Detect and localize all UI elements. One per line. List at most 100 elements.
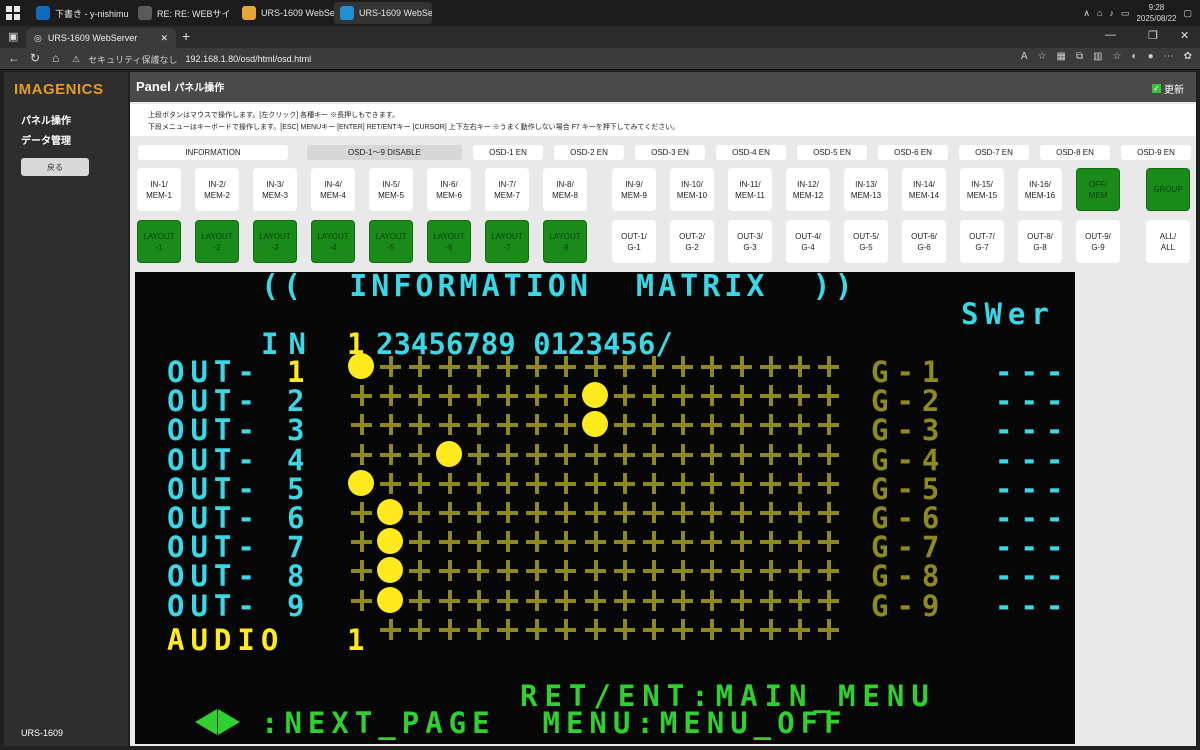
output-button-15[interactable]: OUT-7/ G-7 bbox=[960, 220, 1004, 263]
input-button-12[interactable]: IN-12/ MEM-12 bbox=[786, 168, 830, 211]
output-button-2[interactable]: LAYOUT -2 bbox=[195, 220, 239, 263]
input-button-10[interactable]: IN-10/ MEM-10 bbox=[670, 168, 714, 211]
output-button-6[interactable]: LAYOUT -6 bbox=[427, 220, 471, 263]
osd-button-8[interactable]: OSD-6 EN bbox=[878, 145, 948, 160]
output-button-9[interactable]: OUT-1/ G-1 bbox=[612, 220, 656, 263]
notification-icon[interactable]: ▢ bbox=[1183, 8, 1192, 19]
osd-group-1: G-1 bbox=[871, 355, 948, 389]
output-button-8[interactable]: LAYOUT -8 bbox=[543, 220, 587, 263]
osd-out-label-9: OUT- bbox=[167, 588, 261, 623]
back-icon[interactable]: ← bbox=[8, 51, 20, 65]
input-button-11[interactable]: IN-11/ MEM-11 bbox=[728, 168, 772, 211]
more-menu-icon[interactable]: ⋯ bbox=[1164, 51, 1174, 62]
address-bar[interactable]: ⚠ セキュリティ保護なし 192.168.1.80/osd/html/osd.h… bbox=[72, 51, 1072, 67]
osd-button-1[interactable]: INFORMATION bbox=[138, 145, 288, 160]
matrix-crosspoint bbox=[756, 352, 785, 381]
input-button-16[interactable]: IN-16/ MEM-16 bbox=[1018, 168, 1062, 211]
reload-icon[interactable]: ↻ bbox=[30, 51, 40, 65]
input-button-9[interactable]: IN-9/ MEM-9 bbox=[612, 168, 656, 211]
volume-icon[interactable]: ♪ bbox=[1109, 8, 1114, 18]
taskbar-app-2[interactable]: RE: RE: WEBサイト更... bbox=[132, 2, 230, 24]
split-screen-icon[interactable]: ▥ bbox=[1093, 51, 1102, 62]
matrix-crosspoint bbox=[697, 469, 726, 498]
taskbar-app-3[interactable]: URS-1609 WebServ... bbox=[236, 2, 334, 24]
matrix-crosspoint bbox=[639, 615, 668, 644]
tab-actions-icon[interactable]: ▣ bbox=[8, 30, 18, 43]
output-button-4[interactable]: LAYOUT -4 bbox=[311, 220, 355, 263]
url-text[interactable]: 192.168.1.80/osd/html/osd.html bbox=[186, 54, 312, 64]
output-button-7[interactable]: LAYOUT -7 bbox=[485, 220, 529, 263]
output-button-1[interactable]: LAYOUT -1 bbox=[137, 220, 181, 263]
output-button-13[interactable]: OUT-5/ G-5 bbox=[844, 220, 888, 263]
browser-tab[interactable]: ◎ URS-1609 WebServer ✕ bbox=[26, 28, 176, 48]
browser-essentials-icon[interactable]: ◐ bbox=[1132, 51, 1138, 62]
input-button-15[interactable]: IN-15/ MEM-15 bbox=[960, 168, 1004, 211]
favorites-icon[interactable]: ☆ bbox=[1113, 51, 1122, 62]
instruction-line-2: 下段メニューはキーボードで操作します。[ESC] MENUキー [ENTER] … bbox=[148, 124, 680, 131]
sidebar-item-data[interactable]: データ管理 bbox=[21, 132, 71, 147]
osd-button-5[interactable]: OSD-3 EN bbox=[635, 145, 705, 160]
output-button-10[interactable]: OUT-2/ G-2 bbox=[670, 220, 714, 263]
output-button-3[interactable]: LAYOUT -3 bbox=[253, 220, 297, 263]
read-aloud-icon[interactable]: A bbox=[1021, 51, 1028, 62]
not-secure-icon[interactable]: ⚠ bbox=[72, 54, 80, 65]
input-button-8[interactable]: IN-8/ MEM-8 bbox=[543, 168, 587, 211]
matrix-crosspoint bbox=[727, 410, 756, 439]
input-button-18[interactable]: GROUP bbox=[1146, 168, 1190, 211]
output-button-14[interactable]: OUT-6/ G-6 bbox=[902, 220, 946, 263]
osd-button-6[interactable]: OSD-4 EN bbox=[716, 145, 786, 160]
output-button-11[interactable]: OUT-3/ G-3 bbox=[728, 220, 772, 263]
input-button-17[interactable]: OFF/ MEM bbox=[1076, 168, 1120, 211]
windows-start-icon[interactable] bbox=[6, 6, 20, 20]
input-button-1[interactable]: IN-1/ MEM-1 bbox=[137, 168, 181, 211]
battery-icon[interactable]: ▭ bbox=[1121, 8, 1130, 19]
osd-group-7: G-7 bbox=[871, 530, 948, 565]
close-window-icon[interactable]: ✕ bbox=[1180, 29, 1189, 42]
taskbar-app-1[interactable]: 下書き - y-nishimur... bbox=[30, 2, 128, 24]
input-button-13[interactable]: IN-13/ MEM-13 bbox=[844, 168, 888, 211]
matrix-crosspoint bbox=[581, 498, 610, 527]
output-button-5[interactable]: LAYOUT -5 bbox=[369, 220, 413, 263]
network-icon[interactable]: ⌂ bbox=[1097, 8, 1102, 18]
matrix-crosspoint bbox=[551, 556, 580, 585]
osd-button-9[interactable]: OSD-7 EN bbox=[959, 145, 1029, 160]
home-icon[interactable]: ⌂ bbox=[52, 51, 59, 65]
extensions-icon[interactable]: ⧉ bbox=[1076, 51, 1083, 62]
output-button-16[interactable]: OUT-8/ G-8 bbox=[1018, 220, 1062, 263]
checkbox-icon[interactable]: ✓ bbox=[1152, 84, 1161, 93]
input-button-4[interactable]: IN-4/ MEM-4 bbox=[311, 168, 355, 211]
osd-button-11[interactable]: OSD-9 EN bbox=[1121, 145, 1191, 160]
osd-button-3[interactable]: OSD-1 EN bbox=[473, 145, 543, 160]
input-button-3[interactable]: IN-3/ MEM-3 bbox=[253, 168, 297, 211]
osd-button-2[interactable]: OSD-1～9 DISABLE bbox=[307, 145, 462, 160]
profile-icon[interactable]: ● bbox=[1148, 51, 1154, 62]
osd-button-7[interactable]: OSD-5 EN bbox=[797, 145, 867, 160]
output-button-12[interactable]: OUT-4/ G-4 bbox=[786, 220, 830, 263]
maximize-icon[interactable]: ❐ bbox=[1148, 29, 1158, 42]
taskbar-app-4[interactable]: URS-1609 WebServ... bbox=[334, 2, 432, 24]
osd-out-num-7: 7 bbox=[287, 530, 305, 565]
matrix-crosspoint bbox=[727, 381, 756, 410]
minimize-icon[interactable]: — bbox=[1105, 29, 1116, 41]
input-button-6[interactable]: IN-6/ MEM-6 bbox=[427, 168, 471, 211]
clock[interactable]: 9:28 2025/08/22 bbox=[1136, 2, 1176, 24]
input-button-7[interactable]: IN-7/ MEM-7 bbox=[485, 168, 529, 211]
close-tab-icon[interactable]: ✕ bbox=[160, 33, 168, 44]
sidebar-item-panel[interactable]: パネル操作 bbox=[21, 112, 71, 127]
copilot-icon[interactable]: ✿ bbox=[1184, 51, 1192, 62]
matrix-crosspoint bbox=[581, 352, 610, 381]
osd-button-4[interactable]: OSD-2 EN bbox=[554, 145, 624, 160]
input-button-2[interactable]: IN-2/ MEM-2 bbox=[195, 168, 239, 211]
chevron-up-icon[interactable]: ∧ bbox=[1083, 8, 1090, 19]
new-tab-icon[interactable]: + bbox=[182, 28, 190, 44]
output-button-18[interactable]: ALL/ ALL bbox=[1146, 220, 1190, 263]
back-button[interactable]: 戻る bbox=[21, 158, 89, 176]
refresh-toggle[interactable]: ✓ 更新 bbox=[1152, 81, 1184, 96]
favorite-star-icon[interactable]: ☆ bbox=[1038, 51, 1047, 62]
input-button-14[interactable]: IN-14/ MEM-14 bbox=[902, 168, 946, 211]
security-label[interactable]: セキュリティ保護なし bbox=[88, 53, 177, 66]
collections-icon[interactable]: ▦ bbox=[1057, 51, 1066, 62]
input-button-5[interactable]: IN-5/ MEM-5 bbox=[369, 168, 413, 211]
osd-button-10[interactable]: OSD-8 EN bbox=[1040, 145, 1110, 160]
output-button-17[interactable]: OUT-9/ G-9 bbox=[1076, 220, 1120, 263]
